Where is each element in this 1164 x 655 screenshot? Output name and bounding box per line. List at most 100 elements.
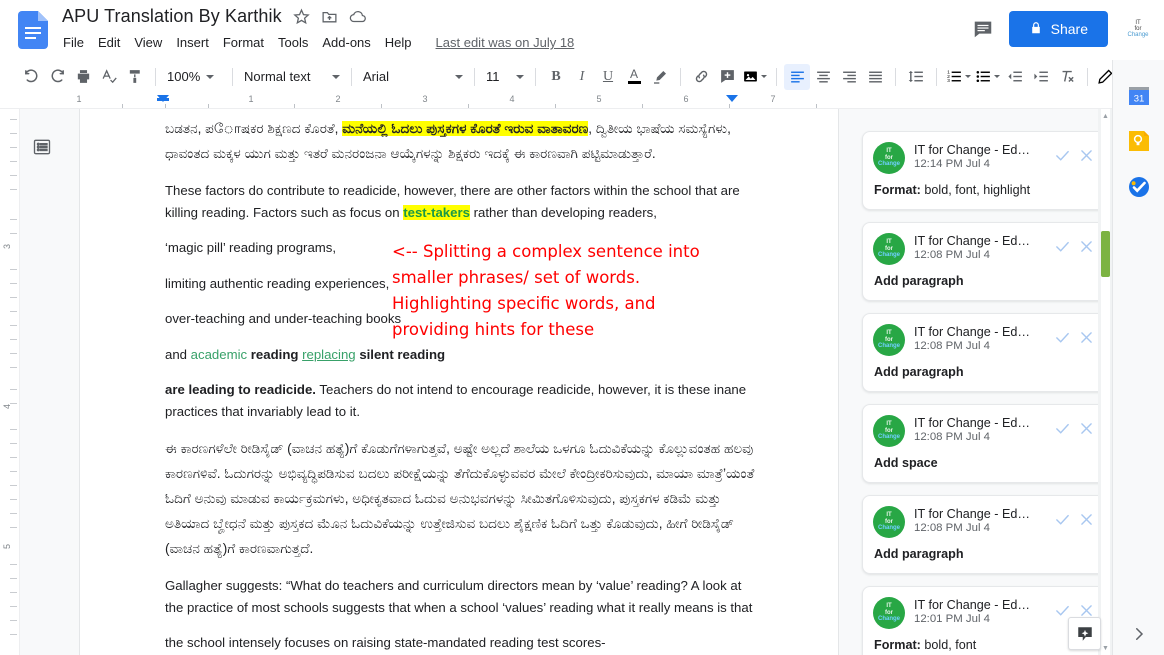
bulleted-list-dropdown[interactable] — [973, 64, 1002, 90]
bold-button[interactable]: B — [543, 64, 569, 90]
chevron-down-icon — [761, 75, 767, 78]
comment-card[interactable]: ITforChangeIT for Change - Ed…12:08 PM J… — [862, 222, 1108, 301]
scrollbar-track[interactable] — [1101, 109, 1110, 655]
numbered-list-dropdown[interactable]: 1 2 3 — [944, 64, 973, 90]
document-paragraph[interactable]: These factors do contribute to readicide… — [165, 180, 755, 223]
close-icon[interactable] — [1075, 417, 1097, 439]
comment-header-row: ITforChangeIT for Change - Ed…12:08 PM J… — [873, 233, 1097, 265]
font-family-dropdown[interactable]: Arial — [359, 64, 467, 90]
text-color-button[interactable]: A — [621, 64, 647, 90]
insert-image-dropdown[interactable] — [740, 64, 769, 90]
add-comment-floating-button[interactable] — [1068, 617, 1101, 650]
star-icon[interactable] — [293, 8, 310, 25]
numbered-list-icon: 1 2 3 — [946, 68, 963, 85]
comment-author: IT for Change - Ed… — [914, 143, 1042, 157]
last-edit-link[interactable]: Last edit was on July 18 — [436, 35, 575, 50]
link-icon[interactable] — [688, 64, 714, 90]
font-size-dropdown[interactable]: 11 — [482, 64, 528, 90]
menu-file[interactable]: File — [63, 35, 84, 50]
scroll-up-arrow-icon[interactable]: ▲ — [1101, 111, 1110, 121]
cloud-saved-icon[interactable] — [349, 8, 367, 26]
highlight-pen-icon[interactable] — [647, 64, 673, 90]
check-icon[interactable] — [1051, 144, 1073, 166]
align-center-icon[interactable] — [810, 64, 836, 90]
document-paragraph[interactable]: Gallagher suggests: “What do teachers an… — [165, 575, 755, 618]
underline-button[interactable]: U — [595, 64, 621, 90]
toolbar-divider — [895, 68, 896, 86]
document-paragraph[interactable]: the school intensely focuses on raising … — [165, 632, 755, 654]
decrease-indent-icon[interactable] — [1002, 64, 1028, 90]
close-icon[interactable] — [1075, 235, 1097, 257]
comment-card[interactable]: ITforChangeIT for Change - Ed…12:08 PM J… — [862, 495, 1108, 574]
spellcheck-icon[interactable] — [96, 64, 122, 90]
menu-help[interactable]: Help — [385, 35, 412, 50]
share-button-label: Share — [1051, 21, 1088, 37]
check-icon[interactable] — [1051, 326, 1073, 348]
text-run: reading — [251, 347, 299, 362]
comment-text-label: Add space — [874, 456, 938, 470]
google-calendar-icon[interactable]: 31 — [1127, 84, 1151, 108]
document-paragraph[interactable]: ಬಡತನ, ಪோಷಕರ ಶಿಕ್ಷಣದ ಕೊರತೆ, ಮನೆಯಲ್ಲಿ ಓದಲು… — [165, 116, 755, 166]
comment-card[interactable]: ITforChangeIT for Change - Ed…12:08 PM J… — [862, 404, 1108, 483]
comment-card[interactable]: ITforChangeIT for Change - Ed…12:14 PM J… — [862, 131, 1108, 210]
horizontal-ruler[interactable]: 1 1 2 3 4 5 6 7 — [0, 93, 1112, 109]
google-tasks-icon[interactable] — [1127, 175, 1151, 199]
toolbar-divider — [535, 68, 536, 86]
header-right-group: Share IT for Change — [971, 11, 1154, 47]
print-icon[interactable] — [70, 64, 96, 90]
chevron-right-icon[interactable] — [1127, 622, 1151, 646]
right-indent-marker[interactable] — [726, 95, 738, 102]
menu-tools[interactable]: Tools — [278, 35, 308, 50]
document-text-body[interactable]: ಬಡತನ, ಪோಷಕರ ಶಿಕ್ಷಣದ ಕೊರತೆ, ಮನೆಯಲ್ಲಿ ಓದಲು… — [165, 116, 755, 655]
clear-formatting-icon[interactable] — [1054, 64, 1080, 90]
undo-icon[interactable] — [18, 64, 44, 90]
calendar-day-number: 31 — [1134, 94, 1145, 105]
move-to-folder-icon[interactable] — [321, 8, 338, 25]
italic-button[interactable]: I — [569, 64, 595, 90]
align-left-icon[interactable] — [784, 64, 810, 90]
share-button[interactable]: Share — [1009, 11, 1108, 47]
menu-view[interactable]: View — [134, 35, 162, 50]
align-right-icon[interactable] — [836, 64, 862, 90]
document-paragraph[interactable]: ಈ ಕಾರಣಗಳೆಲೇ ರೀಡಿಸೈಡ್ (ವಾಚನ ಹತ್ಯೆ)ಗೆ ಕೊಡು… — [165, 436, 755, 561]
comments-pane[interactable]: ITforChangeIT for Change - Ed…12:14 PM J… — [858, 109, 1112, 655]
ruler-number: 1 — [76, 94, 81, 104]
menu-insert[interactable]: Insert — [176, 35, 209, 50]
align-justify-icon[interactable] — [862, 64, 888, 90]
document-scrollbar[interactable]: ▲ ▼ — [1098, 109, 1112, 655]
line-spacing-icon[interactable] — [903, 64, 929, 90]
check-icon[interactable] — [1051, 417, 1073, 439]
paint-format-icon[interactable] — [122, 64, 148, 90]
check-icon[interactable] — [1051, 235, 1073, 257]
menu-edit[interactable]: Edit — [98, 35, 120, 50]
menu-format[interactable]: Format — [223, 35, 264, 50]
redo-icon[interactable] — [44, 64, 70, 90]
scrollbar-thumb[interactable] — [1101, 231, 1110, 277]
google-keep-icon[interactable] — [1127, 129, 1151, 153]
comment-text: Add paragraph — [874, 365, 1097, 379]
close-icon[interactable] — [1075, 144, 1097, 166]
check-icon[interactable] — [1051, 508, 1073, 530]
avatar: ITforChange — [873, 142, 905, 174]
add-comment-icon[interactable] — [714, 64, 740, 90]
page-title[interactable]: APU Translation By Karthik — [62, 6, 282, 27]
paragraph-style-dropdown[interactable]: Normal text — [240, 64, 344, 90]
chevron-down-icon — [516, 75, 524, 79]
zoom-dropdown[interactable]: 100% — [163, 64, 225, 90]
menu-addons[interactable]: Add-ons — [322, 35, 370, 50]
scroll-down-arrow-icon[interactable]: ▼ — [1101, 643, 1110, 653]
close-icon[interactable] — [1075, 508, 1097, 530]
document-outline-icon[interactable] — [28, 133, 56, 161]
document-paragraph[interactable]: are leading to readicide. Teachers do no… — [165, 379, 755, 422]
left-indent-marker[interactable] — [157, 95, 169, 102]
close-icon[interactable] — [1075, 326, 1097, 348]
increase-indent-icon[interactable] — [1028, 64, 1054, 90]
vertical-ruler[interactable]: 3 4 5 — [0, 109, 20, 655]
account-avatar[interactable]: IT for Change — [1122, 13, 1154, 45]
docs-logo-icon — [18, 11, 48, 49]
comment-history-icon[interactable] — [971, 17, 995, 41]
comment-text: Add space — [874, 456, 1097, 470]
comment-card[interactable]: ITforChangeIT for Change - Ed…12:08 PM J… — [862, 313, 1108, 392]
document-paragraph[interactable]: and academic reading replacing silent re… — [165, 344, 755, 366]
document-page[interactable]: ಬಡತನ, ಪோಷಕರ ಶಿಕ್ಷಣದ ಕೊರತೆ, ಮನೆಯಲ್ಲಿ ಓದಲು… — [79, 109, 839, 655]
